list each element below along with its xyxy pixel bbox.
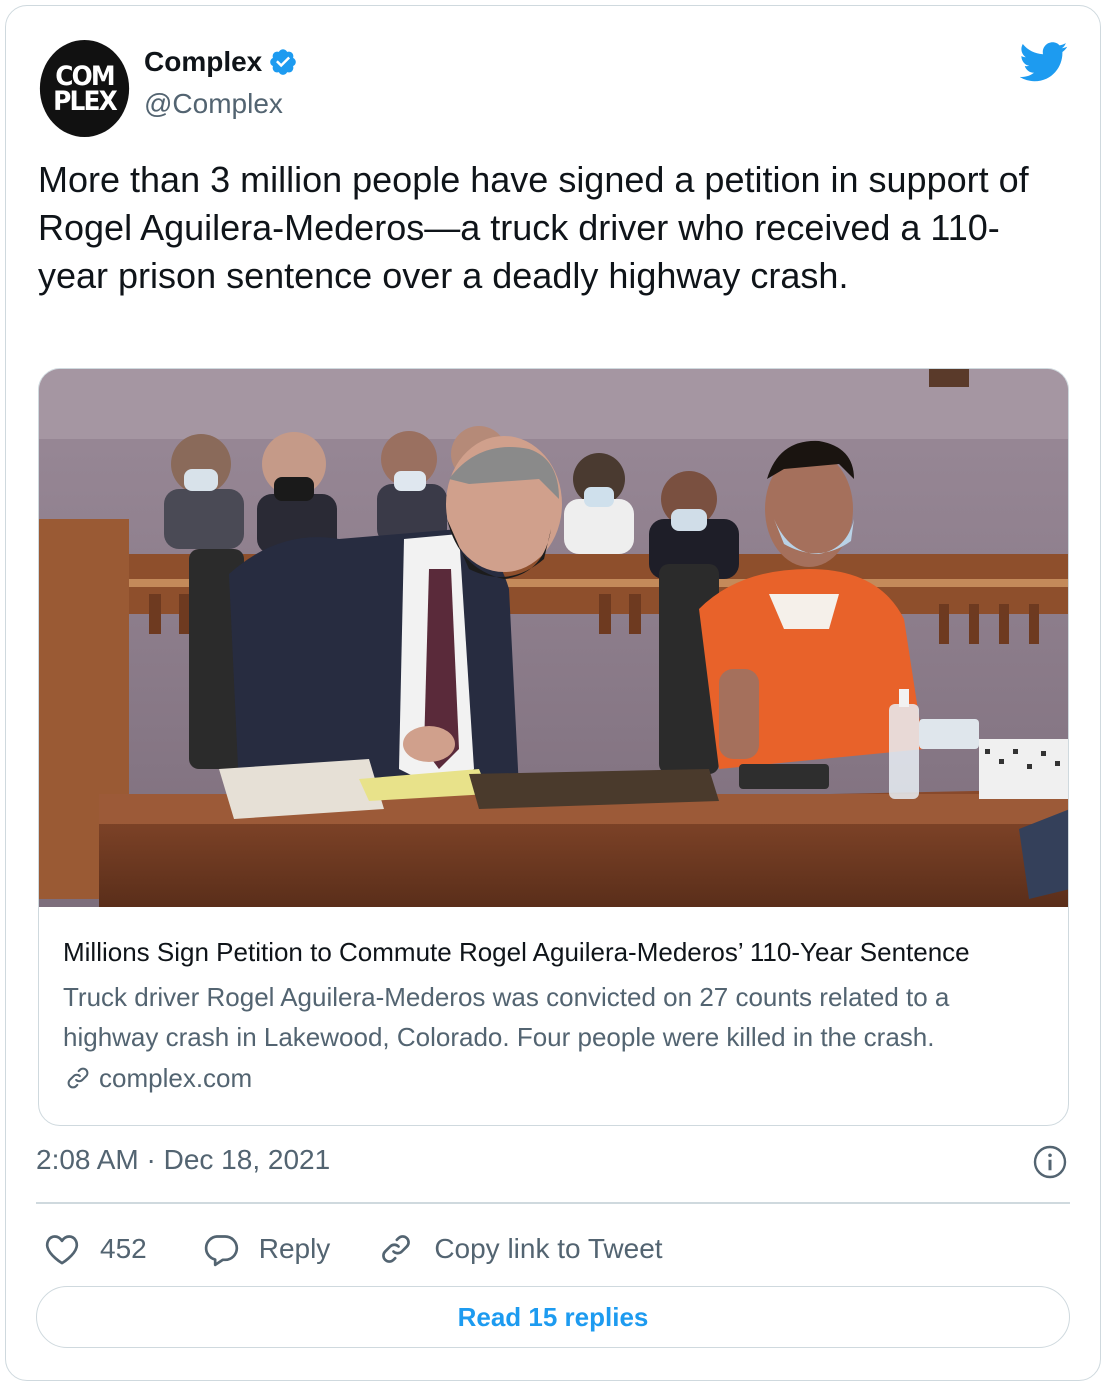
courtroom-photo xyxy=(39,369,1068,907)
info-icon[interactable] xyxy=(1032,1144,1068,1180)
copy-link-button[interactable]: Copy link to Tweet xyxy=(376,1229,663,1269)
reply-label: Reply xyxy=(258,1233,331,1264)
verified-badge-icon xyxy=(270,49,297,75)
link-title[interactable]: Millions Sign Petition to Commute Rogel … xyxy=(63,935,1044,969)
copy-link-label: Copy link to Tweet xyxy=(434,1233,663,1264)
avatar-text-bottom: PLEX xyxy=(53,85,118,117)
author-name[interactable]: Complex xyxy=(144,46,262,78)
like-button[interactable]: 452 xyxy=(42,1229,147,1269)
author-handle[interactable]: @Complex xyxy=(144,88,283,120)
timestamp-row: 2:08 AM · Dec 18, 2021 xyxy=(36,1144,1070,1184)
tweet-text: More than 3 million people have signed a… xyxy=(38,159,1029,296)
reply-button[interactable]: Reply xyxy=(201,1229,331,1269)
tweet-actions: 452 Reply Copy link to Tweet xyxy=(42,1224,663,1274)
tweet-header: COM PLEX Complex @Complex xyxy=(36,40,1070,140)
avatar[interactable]: COM PLEX xyxy=(39,40,130,137)
divider xyxy=(36,1202,1070,1204)
heart-icon xyxy=(45,1235,79,1265)
link-domain-row[interactable]: complex.com xyxy=(63,1059,1044,1097)
link-icon xyxy=(67,1067,89,1089)
link-preview-image[interactable] xyxy=(39,369,1068,907)
tweet-timestamp[interactable]: 2:08 AM · Dec 18, 2021 xyxy=(36,1144,330,1175)
twitter-bird-icon[interactable] xyxy=(1020,42,1068,82)
link-icon xyxy=(382,1235,411,1263)
link-domain[interactable]: complex.com xyxy=(99,1059,252,1097)
reply-bubble-icon xyxy=(204,1235,238,1267)
link-preview-body[interactable]: Millions Sign Petition to Commute Rogel … xyxy=(63,935,1044,1097)
read-replies-button[interactable]: Read 15 replies xyxy=(36,1286,1070,1348)
link-preview-card[interactable]: Millions Sign Petition to Commute Rogel … xyxy=(38,368,1069,1126)
author-name-row[interactable]: Complex xyxy=(144,46,298,78)
avatar-text-top: COM xyxy=(55,60,115,92)
link-description: Truck driver Rogel Aguilera-Mederos was … xyxy=(63,982,950,1052)
like-count: 452 xyxy=(100,1233,147,1264)
tweet-embed-card: COM PLEX Complex @Complex More than 3 mi… xyxy=(5,5,1101,1381)
